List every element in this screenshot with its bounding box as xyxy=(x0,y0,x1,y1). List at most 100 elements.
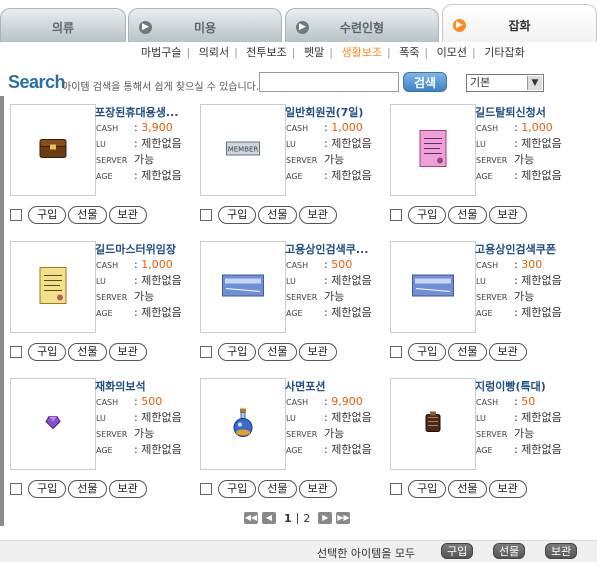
level-label: LU xyxy=(476,140,486,149)
tab-beauty[interactable]: ▶ 미용 xyxy=(128,8,282,42)
bulk-gift-label: 선물 xyxy=(499,545,520,558)
item-level: 제한없음 xyxy=(141,137,182,150)
item-name[interactable]: 길드마스터위임장 xyxy=(95,241,190,257)
item-name[interactable]: 재화의보석 xyxy=(95,378,190,394)
chevron-down-icon[interactable]: ▼ xyxy=(527,76,542,90)
subnav-emotion[interactable]: 이모션 xyxy=(432,44,472,60)
gift-button[interactable]: 선물 xyxy=(448,480,487,498)
subnav-firework[interactable]: 폭죽 xyxy=(394,44,424,60)
buy-button[interactable]: 구입 xyxy=(28,343,67,361)
bulk-gift-button[interactable]: 선물 xyxy=(493,543,526,559)
gift-button[interactable]: 선물 xyxy=(448,206,487,224)
item-meta: CASH: 500 LU: 제한없음 SERVER 가능 AGE: 제한없음 xyxy=(96,395,182,456)
search-button[interactable]: 검색 xyxy=(403,72,447,92)
item-thumbnail[interactable]: MEMBER xyxy=(200,104,286,196)
item-name[interactable]: 길드탈퇴신청서 xyxy=(475,104,570,120)
select-checkbox[interactable] xyxy=(10,209,22,221)
first-page-icon[interactable]: ◀◀ xyxy=(244,512,258,524)
gift-button[interactable]: 선물 xyxy=(68,343,107,361)
search-bar: Search 아이템 검색을 통해서 쉽게 찾으실 수 있습니다. 검색 기본 … xyxy=(0,70,597,94)
buy-button[interactable]: 구입 xyxy=(218,480,257,498)
buy-button[interactable]: 구입 xyxy=(28,480,67,498)
item-name[interactable]: 고용상인검색쿠... xyxy=(285,241,380,257)
item-thumbnail[interactable] xyxy=(10,241,96,333)
last-page-icon[interactable]: ▶▶ xyxy=(336,512,351,524)
buy-button[interactable]: 구입 xyxy=(408,480,447,498)
item-server: 가능 xyxy=(134,153,155,166)
keep-button[interactable]: 보관 xyxy=(298,343,337,361)
gift-button[interactable]: 선물 xyxy=(258,343,297,361)
item-server: 가능 xyxy=(514,427,535,440)
item-level: 제한없음 xyxy=(521,274,562,287)
subnav-combat-aid[interactable]: 전투보조 xyxy=(241,44,291,60)
pagination: ◀◀ ◀ 1 | 2 ▶ ▶▶ xyxy=(244,511,354,525)
tab-clothing[interactable]: 의류 xyxy=(0,8,126,42)
item-thumbnail[interactable] xyxy=(200,241,286,333)
search-coupon-icon xyxy=(222,274,264,300)
keep-button[interactable]: 보관 xyxy=(488,480,527,498)
gift-button[interactable]: 선물 xyxy=(258,480,297,498)
item-thumbnail[interactable] xyxy=(10,104,96,196)
buy-button[interactable]: 구입 xyxy=(408,206,447,224)
item-card: 재화의보석 CASH: 500 LU: 제한없음 SERVER 가능 AGE: 제… xyxy=(0,374,190,504)
item-meta: CASH: 50 LU: 제한없음 SERVER 가능 AGE: 제한없음 xyxy=(476,395,562,456)
select-checkbox[interactable] xyxy=(200,346,212,358)
item-thumbnail[interactable] xyxy=(390,378,476,470)
select-checkbox[interactable] xyxy=(10,483,22,495)
next-page-icon[interactable]: ▶ xyxy=(318,512,333,524)
tab-misc[interactable]: ▶ 잡화 xyxy=(442,4,597,42)
select-checkbox[interactable] xyxy=(200,483,212,495)
keep-button[interactable]: 보관 xyxy=(298,480,337,498)
tab-label: 잡화 xyxy=(508,19,531,33)
tab-training-doll[interactable]: ▶ 수련인형 xyxy=(285,8,439,42)
buy-button[interactable]: 구입 xyxy=(218,206,257,224)
subcategory-nav: 마법구슬 | 의뢰서 | 전투보조 | 펫말 | 생활보조 | 폭죽 | 이모션 | 기타잡화 xyxy=(136,44,530,62)
keep-button[interactable]: 보관 xyxy=(108,343,147,361)
sort-select[interactable]: 기본 ▼ xyxy=(466,74,544,92)
subnav-other-misc[interactable]: 기타잡화 xyxy=(479,44,529,60)
buy-button[interactable]: 구입 xyxy=(28,206,67,224)
select-checkbox[interactable] xyxy=(390,209,402,221)
buy-button[interactable]: 구입 xyxy=(218,343,257,361)
subnav-magic-orb[interactable]: 마법구슬 xyxy=(136,44,186,60)
item-thumbnail[interactable] xyxy=(390,241,476,333)
item-meta: CASH: 1,000 LU: 제한없음 SERVER 가능 AGE: 제한없음 xyxy=(96,258,182,319)
item-card: 사면포션 CASH: 9,900 LU: 제한없음 SERVER 가능 AGE: … xyxy=(190,374,380,504)
bulk-keep-button[interactable]: 보관 xyxy=(545,543,578,559)
keep-button[interactable]: 보관 xyxy=(108,206,147,224)
page-link[interactable]: 2 xyxy=(303,512,310,525)
keep-button[interactable]: 보관 xyxy=(108,480,147,498)
subnav-life-aid[interactable]: 생활보조 xyxy=(336,44,386,60)
select-checkbox[interactable] xyxy=(390,346,402,358)
gift-button[interactable]: 선물 xyxy=(258,206,297,224)
item-thumbnail[interactable] xyxy=(390,104,476,196)
subnav-pet[interactable]: 펫말 xyxy=(299,44,329,60)
item-price: 1,000 xyxy=(331,121,363,134)
keep-button[interactable]: 보관 xyxy=(488,206,527,224)
page-current[interactable]: 1 xyxy=(284,512,292,525)
age-label: AGE xyxy=(476,309,493,318)
item-card: 길드탈퇴신청서 CASH: 1,000 LU: 제한없음 SERVER 가능 AG… xyxy=(380,100,570,230)
keep-button[interactable]: 보관 xyxy=(298,206,337,224)
select-checkbox[interactable] xyxy=(390,483,402,495)
gift-button[interactable]: 선물 xyxy=(448,343,487,361)
search-input[interactable] xyxy=(259,72,399,92)
item-name[interactable]: 고용상인검색쿠폰 xyxy=(475,241,570,257)
bulk-buy-button[interactable]: 구입 xyxy=(441,543,474,559)
item-name[interactable]: 포장된휴대용생... xyxy=(95,104,190,120)
item-name[interactable]: 사면포션 xyxy=(285,378,380,394)
item-thumbnail[interactable] xyxy=(10,378,96,470)
subnav-request[interactable]: 의뢰서 xyxy=(194,44,234,60)
gift-button[interactable]: 선물 xyxy=(68,480,107,498)
select-checkbox[interactable] xyxy=(10,346,22,358)
prev-page-icon[interactable]: ◀ xyxy=(262,512,276,524)
item-thumbnail[interactable] xyxy=(200,378,286,470)
select-checkbox[interactable] xyxy=(200,209,212,221)
item-meta: CASH: 3,900 LU: 제한없음 SERVER 가능 AGE: 제한없음 xyxy=(96,121,182,182)
gift-button[interactable]: 선물 xyxy=(68,206,107,224)
bulk-keep-label: 보관 xyxy=(551,545,572,558)
item-name[interactable]: 일반회원권(7일) xyxy=(285,104,380,120)
buy-button[interactable]: 구입 xyxy=(408,343,447,361)
item-name[interactable]: 지렁이빵(특대) xyxy=(475,378,570,394)
keep-button[interactable]: 보관 xyxy=(488,343,527,361)
